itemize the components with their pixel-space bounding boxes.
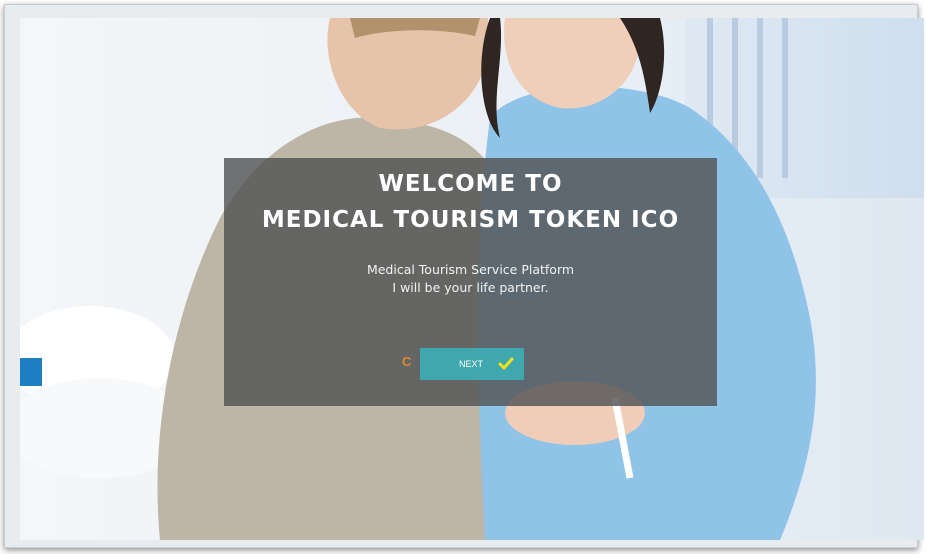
next-button[interactable]: NEXT xyxy=(420,348,524,380)
check-icon xyxy=(498,357,514,370)
subtitle-platform: Medical Tourism Service Platform xyxy=(366,262,575,277)
next-button-label: NEXT xyxy=(459,359,484,369)
ico-title: MEDICAL TOURISM TOKEN ICO xyxy=(261,207,680,233)
hero-section: WELCOME TO MEDICAL TOURISM TOKEN ICO Med… xyxy=(20,18,924,540)
subtitle-tagline: I will be your life partner. xyxy=(392,280,549,295)
man-head xyxy=(327,18,490,130)
welcome-panel: WELCOME TO MEDICAL TOURISM TOKEN ICO Med… xyxy=(224,158,717,406)
stray-character: C xyxy=(402,354,412,369)
welcome-title: WELCOME TO xyxy=(378,171,563,197)
blue-accent xyxy=(20,358,42,386)
